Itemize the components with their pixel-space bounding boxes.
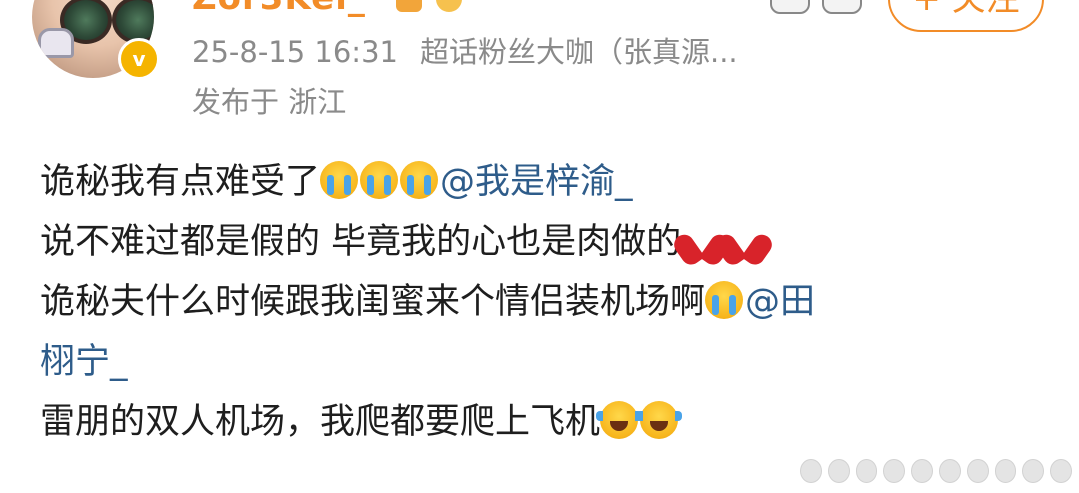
laugh-cry-face-icon <box>596 401 643 439</box>
weibo-post-card: v Zor3Kei_ + 关注 25-8-15 16:31 超话粉丝大咖（张真源.… <box>0 0 1079 493</box>
username[interactable]: Zor3Kei_ <box>192 0 366 18</box>
post-text: 说不难过都是假的 毕竟我的心也是肉做的 <box>40 222 682 262</box>
crying-face-icon <box>400 161 439 199</box>
crying-face-icon <box>320 161 359 199</box>
verified-badge-icon: v <box>118 38 160 80</box>
user-mention-link-continued[interactable]: 栩宁_ <box>40 342 128 382</box>
post-meta: 25-8-15 16:31 超话粉丝大咖（张真源... <box>192 32 738 72</box>
crying-face-icon <box>360 161 399 199</box>
post-location: 发布于 浙江 <box>192 85 347 119</box>
level-badge-icon[interactable] <box>396 0 422 12</box>
laugh-cry-face-icon <box>636 401 683 439</box>
fan-badge-text[interactable]: 超话粉丝大咖（张真源... <box>420 35 738 69</box>
sticker-icon[interactable] <box>822 0 862 14</box>
post-body: 诡秘我有点难受了 @我是梓渝_ 说不难过都是假的 毕竟我的心也是肉做的 诡秘夫什么… <box>40 152 1050 452</box>
post-line: 雷朋的双人机场，我爬都要爬上飞机 <box>40 392 1050 452</box>
post-line: 栩宁_ <box>40 332 1050 392</box>
post-text: 雷朋的双人机场，我爬都要爬上飞机 <box>40 402 601 442</box>
sticker-icon[interactable] <box>770 0 810 14</box>
reaction-icons <box>770 0 862 14</box>
post-line: 诡秘夫什么时候跟我闺蜜来个情侣装机场啊 @田 <box>40 272 1050 332</box>
emoji-badge-icon[interactable] <box>436 0 462 12</box>
post-line: 说不难过都是假的 毕竟我的心也是肉做的 <box>40 212 1050 272</box>
crying-face-icon <box>705 281 744 319</box>
follow-button[interactable]: + 关注 <box>888 0 1044 32</box>
user-badges <box>396 0 462 12</box>
user-mention-link[interactable]: @我是梓渝_ <box>440 162 633 202</box>
broken-heart-icon <box>723 221 763 259</box>
user-mention-link[interactable]: @田 <box>745 282 815 322</box>
post-line: 诡秘我有点难受了 @我是梓渝_ <box>40 152 1050 212</box>
avatar-glasses-right <box>112 0 154 44</box>
watermark-logo <box>800 456 1072 486</box>
post-timestamp: 25-8-15 16:31 <box>192 35 398 69</box>
post-text: 诡秘夫什么时候跟我闺蜜来个情侣装机场啊 <box>40 282 706 322</box>
avatar-decoration-icon <box>38 28 74 58</box>
post-text: 诡秘我有点难受了 <box>40 162 321 202</box>
broken-heart-icon <box>681 221 721 259</box>
